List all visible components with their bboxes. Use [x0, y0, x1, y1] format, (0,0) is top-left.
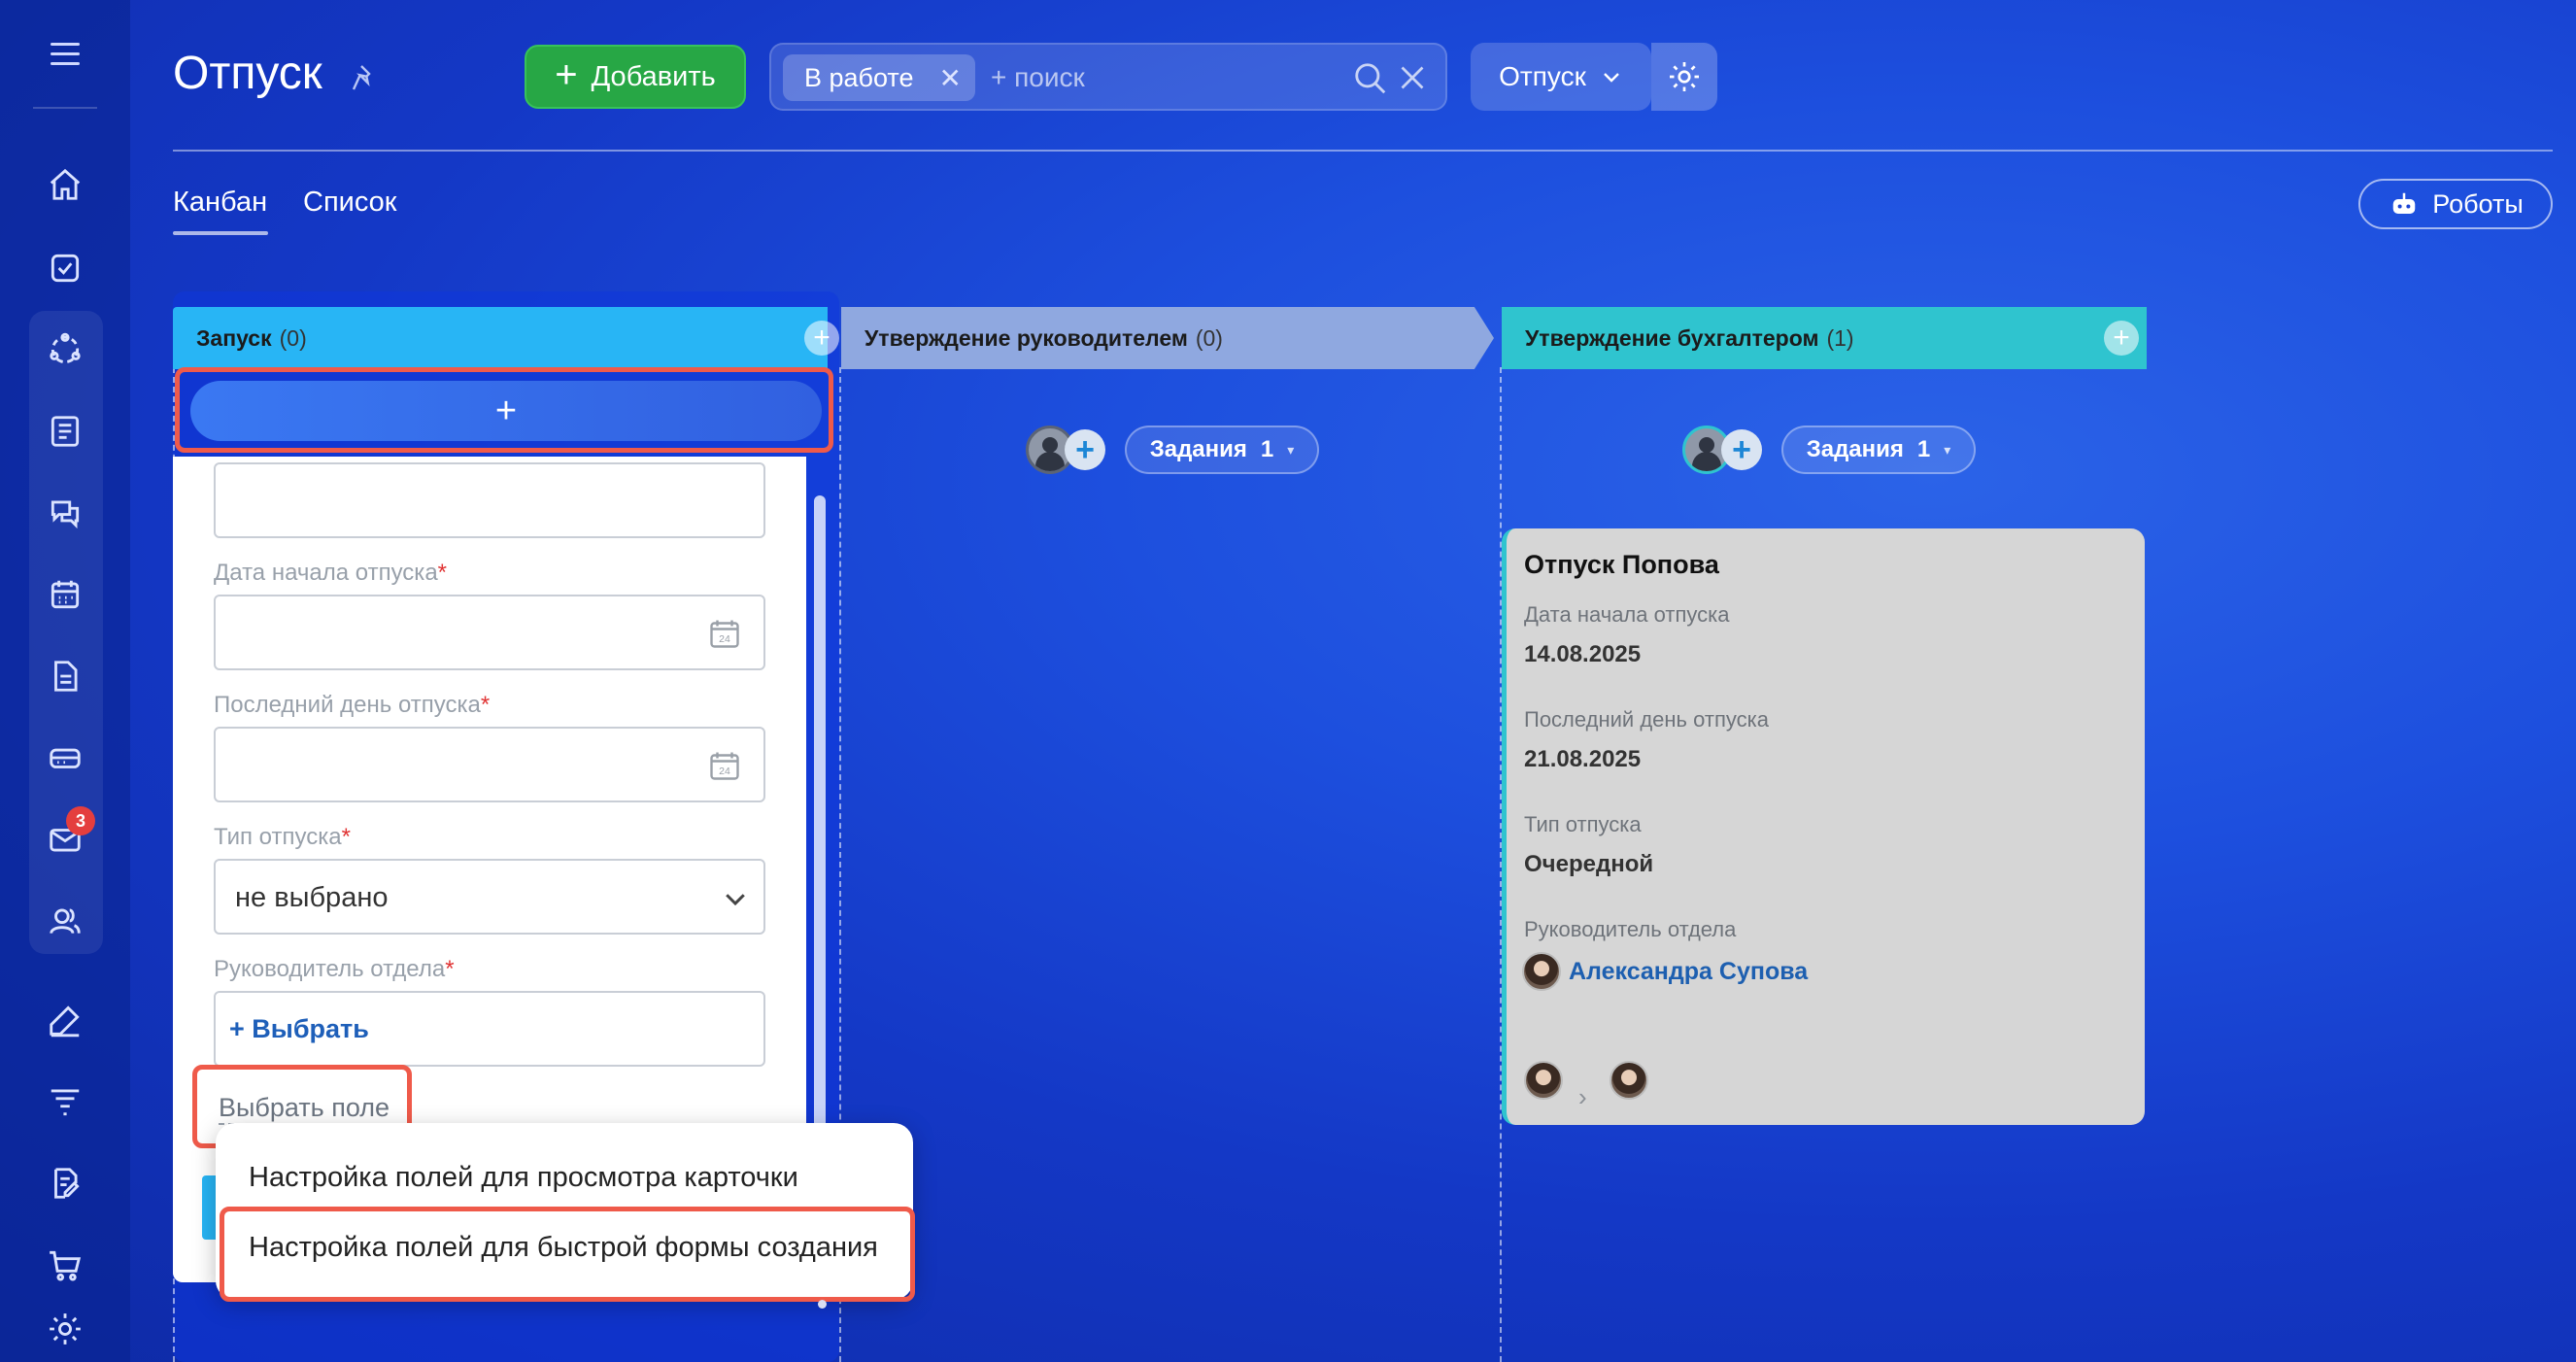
caret-down-icon: ▾ [1287, 441, 1295, 458]
menu-icon[interactable] [51, 43, 80, 66]
cart-icon[interactable] [46, 1245, 85, 1284]
start-date-label: Дата начала отпуска* [214, 560, 448, 586]
mail-badge: 3 [66, 806, 95, 835]
start-date-input[interactable]: 24 [214, 595, 765, 670]
feed-icon[interactable] [46, 412, 85, 451]
filter-chip[interactable]: В работе ✕ [783, 54, 975, 101]
add-responsible-icon[interactable]: + [1065, 429, 1105, 470]
sidebar-divider [33, 107, 97, 109]
column-title: Утверждение руководителем [864, 324, 1188, 351]
add-column-icon[interactable]: + [804, 321, 839, 356]
search-icon[interactable] [1352, 60, 1389, 97]
gear-icon [1670, 62, 1699, 91]
signature-icon[interactable] [46, 1001, 85, 1039]
tab-kanban[interactable]: Канбан [173, 187, 267, 219]
author-avatar[interactable] [1524, 1061, 1563, 1100]
highlight-frame [175, 367, 833, 453]
column-header-accountant-approval[interactable]: Утверждение бухгалтером (1) [1502, 307, 2147, 369]
card-type-value: Очередной [1524, 851, 1654, 877]
vacation-type-select[interactable]: не выбрано [214, 859, 765, 935]
home-icon[interactable] [46, 165, 85, 204]
card-start-label: Дата начала отпуска [1524, 602, 1730, 627]
add-button-label: Добавить [591, 60, 716, 92]
pin-icon[interactable] [350, 62, 381, 93]
filter-chip-label: В работе [804, 62, 914, 92]
tasks-count: 1 [1916, 436, 1931, 462]
column-header-manager-approval[interactable]: Утверждение руководителем (0) [841, 307, 1494, 369]
vacation-type-label: Тип отпуска* [214, 824, 351, 850]
manager-label: Руководитель отдела* [214, 956, 455, 982]
caret-down-icon: ▾ [1944, 441, 1951, 458]
add-column-icon[interactable]: + [2104, 321, 2139, 356]
chip-close-icon[interactable]: ✕ [939, 62, 962, 94]
card-type-label: Тип отпуска [1524, 812, 1642, 836]
card-end-label: Последний день отпуска [1524, 707, 1769, 732]
chevron-right-icon: › [1578, 1082, 1587, 1111]
clear-search-icon[interactable] [1395, 60, 1430, 95]
robots-button-label: Роботы [2432, 188, 2524, 219]
manager-picker[interactable]: + Выбрать [214, 991, 765, 1067]
add-responsible-icon[interactable]: + [1721, 429, 1762, 470]
header-divider [173, 150, 2553, 152]
edit-doc-icon[interactable] [46, 1164, 85, 1203]
form-scrollbar[interactable] [814, 495, 826, 1156]
card-start-value: 14.08.2025 [1524, 641, 1642, 667]
kanban-card[interactable]: Отпуск Попова Дата начала отпуска 14.08.… [1502, 528, 2145, 1125]
tab-list[interactable]: Список [303, 187, 397, 219]
save-button[interactable] [202, 1175, 216, 1240]
title-input[interactable] [214, 462, 765, 538]
vacation-type-value: не выбрано [235, 882, 389, 913]
tasks-button[interactable]: Задания 1 ▾ [1781, 426, 1976, 474]
robots-button[interactable]: Роботы [2358, 179, 2553, 229]
column-count: (0) [279, 324, 307, 351]
tasks-button[interactable]: Задания 1 ▾ [1125, 426, 1319, 474]
column-header-launch[interactable]: Запуск (0) [173, 307, 828, 369]
plus-icon: + [555, 53, 578, 96]
calendar-icon[interactable]: 24 [707, 616, 742, 651]
settings-button[interactable] [1651, 43, 1717, 111]
card-manager-label: Руководитель отдела [1524, 917, 1737, 941]
filter-icon[interactable] [46, 1082, 85, 1121]
svg-text:24: 24 [719, 766, 730, 777]
crm-icon[interactable] [46, 330, 85, 369]
column-count: (1) [1826, 324, 1854, 351]
assignee-avatar[interactable] [1610, 1061, 1648, 1100]
chevron-down-icon [726, 894, 745, 906]
svg-text:24: 24 [719, 633, 730, 645]
tasks-icon[interactable] [46, 249, 85, 288]
card-title[interactable]: Отпуск Попова [1524, 550, 1719, 580]
card-manager-link[interactable]: Александра Супова [1569, 958, 1808, 986]
choose-field-label: Выбрать поле [219, 1093, 390, 1125]
drive-icon[interactable] [46, 738, 85, 777]
active-tab-underline [173, 231, 268, 235]
manager-avatar[interactable] [1522, 952, 1561, 991]
vacation-dropdown-button[interactable]: Отпуск [1471, 43, 1651, 111]
search-input[interactable]: + поиск [991, 62, 1085, 93]
employees-icon[interactable] [46, 902, 85, 940]
highlight-frame [220, 1207, 915, 1302]
menu-item-view-fields[interactable]: Настройка полей для просмотра карточки [249, 1162, 798, 1194]
page-title: Отпуск [173, 48, 322, 99]
end-date-label: Последний день отпуска* [214, 692, 491, 718]
calendar-icon[interactable] [46, 575, 85, 614]
tasks-count: 1 [1260, 436, 1274, 462]
vacation-button-label: Отпуск [1499, 61, 1586, 91]
documents-icon[interactable] [46, 657, 85, 696]
add-button[interactable]: + Добавить [525, 45, 746, 109]
chevron-down-icon [1603, 73, 1619, 83]
end-date-input[interactable]: 24 [214, 727, 765, 802]
tasks-label: Задания [1806, 436, 1904, 462]
search-filter-bar[interactable]: В работе ✕ + поиск [769, 43, 1447, 111]
column-title: Запуск [196, 324, 272, 351]
card-end-value: 21.08.2025 [1524, 746, 1642, 772]
robot-icon [2393, 192, 2416, 214]
calendar-icon[interactable]: 24 [707, 748, 742, 783]
chat-icon[interactable] [46, 494, 85, 532]
scroll-dot [818, 1300, 827, 1309]
column-count: (0) [1195, 324, 1223, 351]
manager-pick-link[interactable]: + Выбрать [229, 1014, 369, 1044]
column-title: Утверждение бухгалтером [1525, 324, 1819, 351]
settings-icon[interactable] [46, 1310, 85, 1348]
tasks-label: Задания [1149, 436, 1247, 462]
